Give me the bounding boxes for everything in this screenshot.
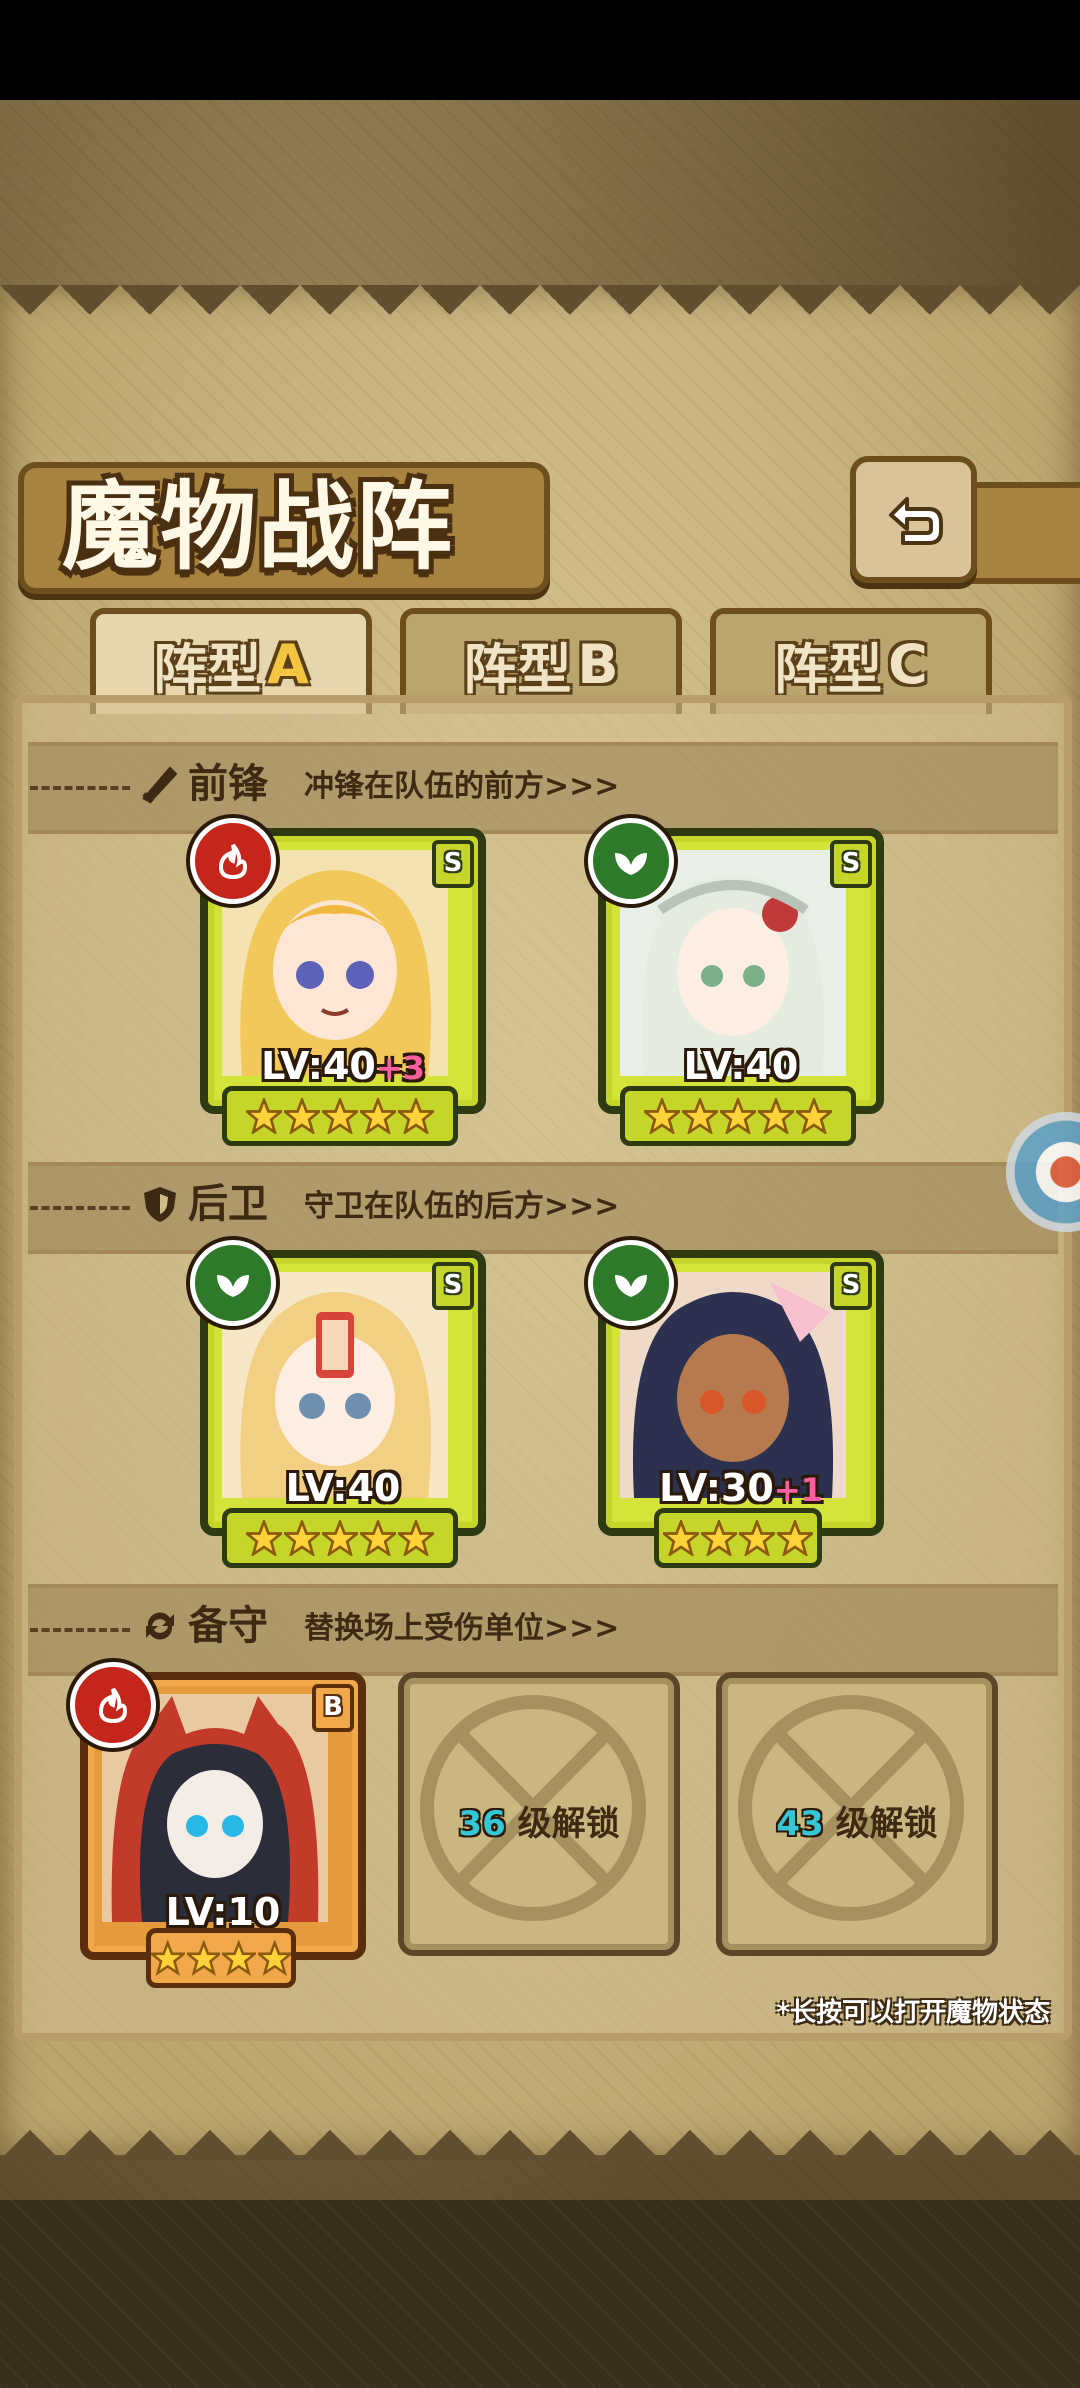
locked-slot-2[interactable]: 43 级解锁	[716, 1672, 998, 1956]
tab-label: 阵型	[153, 637, 262, 701]
star-icon	[222, 1940, 256, 1976]
section-label-front: 前锋	[188, 761, 268, 807]
star-icon	[322, 1098, 358, 1134]
unit-stars	[222, 1508, 458, 1568]
section-desc-reserve: 替换场上受伤单位>>>	[304, 1611, 620, 1646]
panel-edge-top	[0, 285, 1080, 345]
unit-level: LV:40	[683, 1044, 799, 1088]
section-label-reserve: 备守	[188, 1603, 268, 1649]
unit-stars	[620, 1086, 856, 1146]
unit-stars	[222, 1086, 458, 1146]
leaf-element-icon	[588, 818, 674, 904]
unit-level: LV:40	[285, 1466, 401, 1510]
locked-slot-1[interactable]: 36 级解锁	[398, 1672, 680, 1956]
unlock-requirement: 43 级解锁	[776, 1804, 938, 1844]
star-icon	[398, 1520, 434, 1556]
section-desc-back: 守卫在队伍的后方>>>	[304, 1189, 620, 1224]
star-icon	[720, 1098, 756, 1134]
star-icon	[682, 1098, 718, 1134]
unit-rank-badge: S	[830, 840, 872, 888]
tab-label: 阵型	[774, 637, 883, 701]
leaf-element-icon	[190, 1240, 276, 1326]
panel-edge-bottom	[0, 2100, 1080, 2160]
star-icon	[186, 1940, 220, 1976]
unit-level: LV:40+3	[261, 1044, 425, 1088]
star-icon	[701, 1520, 737, 1556]
unit-card-front-1[interactable]: LV:40+3 S	[190, 818, 486, 1114]
section-label-back: 后卫	[188, 1181, 268, 1227]
back-button[interactable]	[850, 456, 977, 583]
unit-level: LV:30+1	[659, 1466, 823, 1510]
tab-letter: B	[577, 632, 619, 696]
star-icon	[246, 1098, 282, 1134]
star-icon	[360, 1098, 396, 1134]
unit-rank-badge: S	[830, 1262, 872, 1310]
unit-card-reserve-1[interactable]: LV:10 B	[70, 1662, 366, 1960]
swap-icon	[146, 1612, 174, 1640]
star-icon	[644, 1098, 680, 1134]
fire-element-icon	[70, 1662, 156, 1748]
fire-element-icon	[190, 818, 276, 904]
unlock-requirement: 36 级解锁	[458, 1804, 620, 1844]
page-title: 魔物战阵	[62, 471, 454, 583]
star-icon	[246, 1520, 282, 1556]
long-press-hint: *长按可以打开魔物状态	[776, 1998, 1050, 2028]
sword-icon	[142, 766, 178, 804]
tab-label: 阵型	[463, 637, 572, 701]
star-icon	[322, 1520, 358, 1556]
unit-rank-badge: S	[432, 840, 474, 888]
map-background-bottom	[0, 2200, 1080, 2388]
star-icon	[777, 1520, 813, 1556]
star-icon	[796, 1098, 832, 1134]
divider	[30, 786, 130, 790]
back-arrow-icon	[888, 496, 943, 545]
unit-card-front-2[interactable]: LV:40 S	[588, 818, 884, 1114]
unit-stars	[654, 1508, 822, 1568]
star-icon	[257, 1940, 291, 1976]
star-icon	[758, 1098, 794, 1134]
divider	[30, 1206, 130, 1210]
unit-rank-badge: S	[432, 1262, 474, 1310]
leaf-element-icon	[588, 1240, 674, 1326]
unit-card-back-2[interactable]: LV:30+1 S	[588, 1240, 884, 1536]
unit-stars	[146, 1928, 296, 1988]
unit-rank-badge: B	[312, 1684, 354, 1732]
shield-icon	[144, 1187, 176, 1222]
star-icon	[284, 1098, 320, 1134]
star-icon	[398, 1098, 434, 1134]
divider	[30, 1628, 130, 1632]
tab-letter: C	[888, 632, 928, 696]
star-icon	[284, 1520, 320, 1556]
status-bar	[0, 0, 1080, 100]
unit-card-back-1[interactable]: LV:40 S	[190, 1240, 486, 1536]
tab-letter: A	[267, 632, 309, 696]
star-icon	[360, 1520, 396, 1556]
section-desc-front: 冲锋在队伍的前方>>>	[304, 769, 620, 804]
star-icon	[663, 1520, 699, 1556]
star-icon	[151, 1940, 185, 1976]
star-icon	[739, 1520, 775, 1556]
